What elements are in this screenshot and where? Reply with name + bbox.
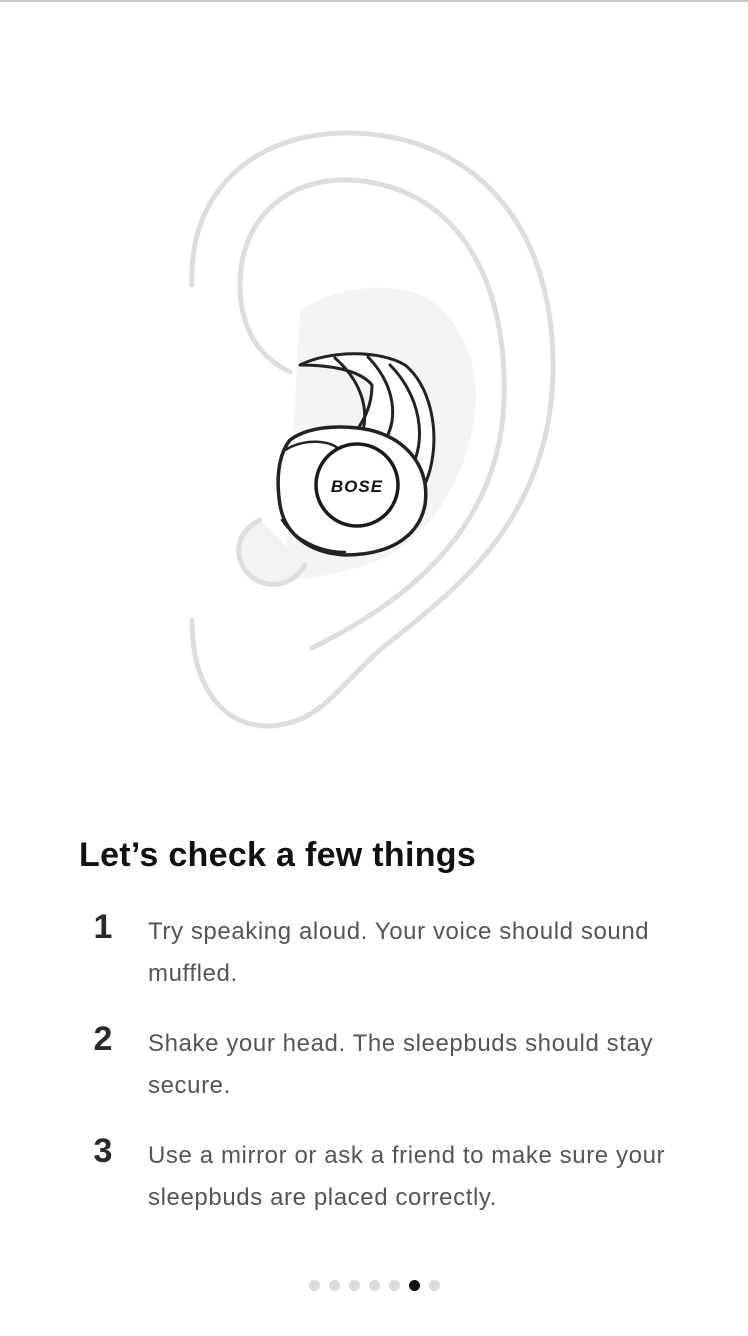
ear-sleepbud-illustration: BOSE [189,130,556,729]
step-item: 2 Shake your head. The sleepbuds should … [88,1017,688,1129]
page-dot[interactable] [368,1280,380,1291]
page-indicator[interactable] [0,1280,748,1294]
step-item: 1 Try speaking aloud. Your voice should … [88,905,688,1017]
page-dot[interactable] [308,1280,320,1291]
page-dot[interactable] [428,1280,440,1291]
steps-list: 1 Try speaking aloud. Your voice should … [88,905,688,1241]
step-number: 2 [93,1020,113,1058]
step-number: 1 [93,908,113,946]
page-dot[interactable] [328,1280,340,1291]
page-dot[interactable] [348,1280,360,1291]
page-dot-active[interactable] [408,1280,420,1291]
step-number: 3 [93,1132,113,1170]
screen: BOSE Let’s check a few things 1 Try spea… [0,0,748,1336]
top-divider [0,0,748,2]
step-text: Shake your head. The sleepbuds should st… [148,1030,654,1099]
step-text: Use a mirror or ask a friend to make sur… [148,1142,666,1211]
step-item: 3 Use a mirror or ask a friend to make s… [88,1129,688,1241]
page-title: Let’s check a few things [79,836,477,874]
page-dot[interactable] [388,1280,400,1291]
step-text: Try speaking aloud. Your voice should so… [148,918,650,987]
